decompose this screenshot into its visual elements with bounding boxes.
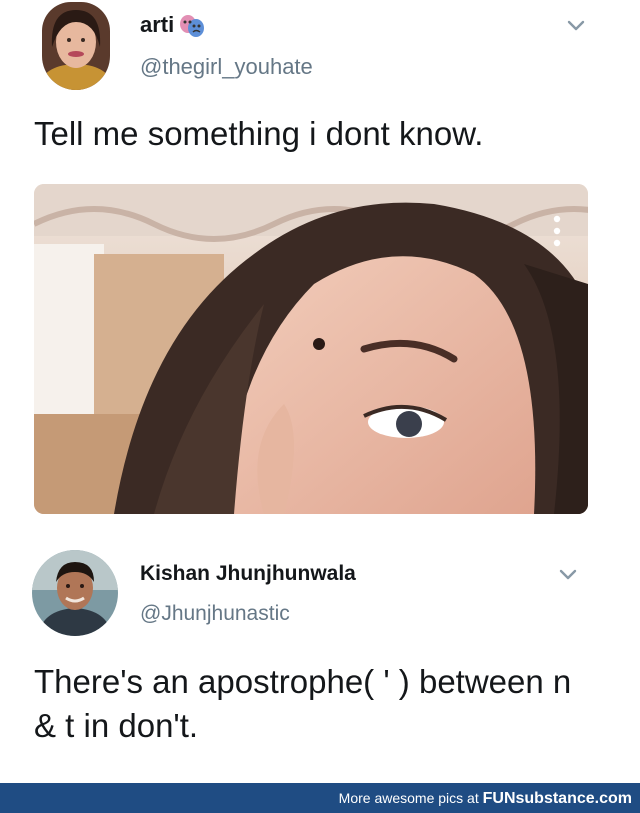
tweet-original: arti @thegirl_youhate Tell me something … <box>0 0 640 520</box>
tweet-reply: Kishan Jhunjhunwala @Jhunjhunastic There… <box>0 520 640 783</box>
chevron-down-icon[interactable] <box>566 18 586 32</box>
watermark-prefix: More awesome pics at <box>338 790 483 806</box>
tweet-media-photo[interactable] <box>34 184 588 514</box>
watermark-text: More awesome pics at FUNsubstance.com <box>339 789 632 808</box>
selfie-photo-icon <box>34 184 588 514</box>
avatar-photo-icon <box>42 2 110 90</box>
handle[interactable]: @thegirl_youhate <box>140 54 313 80</box>
more-vertical-icon[interactable] <box>552 214 562 248</box>
handle[interactable]: @Jhunjhunastic <box>140 602 290 626</box>
display-name[interactable]: arti <box>140 12 174 38</box>
tweet-text: There's an apostrophe( ' ) between n & t… <box>34 663 572 744</box>
avatar-photo-icon <box>32 550 118 636</box>
theater-masks-icon <box>179 14 205 43</box>
avatar-kishan[interactable] <box>32 550 118 636</box>
watermark-footer: More awesome pics at FUNsubstance.com <box>0 783 640 813</box>
avatar-arti[interactable] <box>42 2 110 90</box>
tweet-text: Tell me something i dont know. <box>34 115 484 152</box>
chevron-down-icon[interactable] <box>558 567 578 581</box>
display-name[interactable]: Kishan Jhunjhunwala <box>140 562 356 586</box>
watermark-brand[interactable]: FUNsubstance.com <box>483 790 632 807</box>
